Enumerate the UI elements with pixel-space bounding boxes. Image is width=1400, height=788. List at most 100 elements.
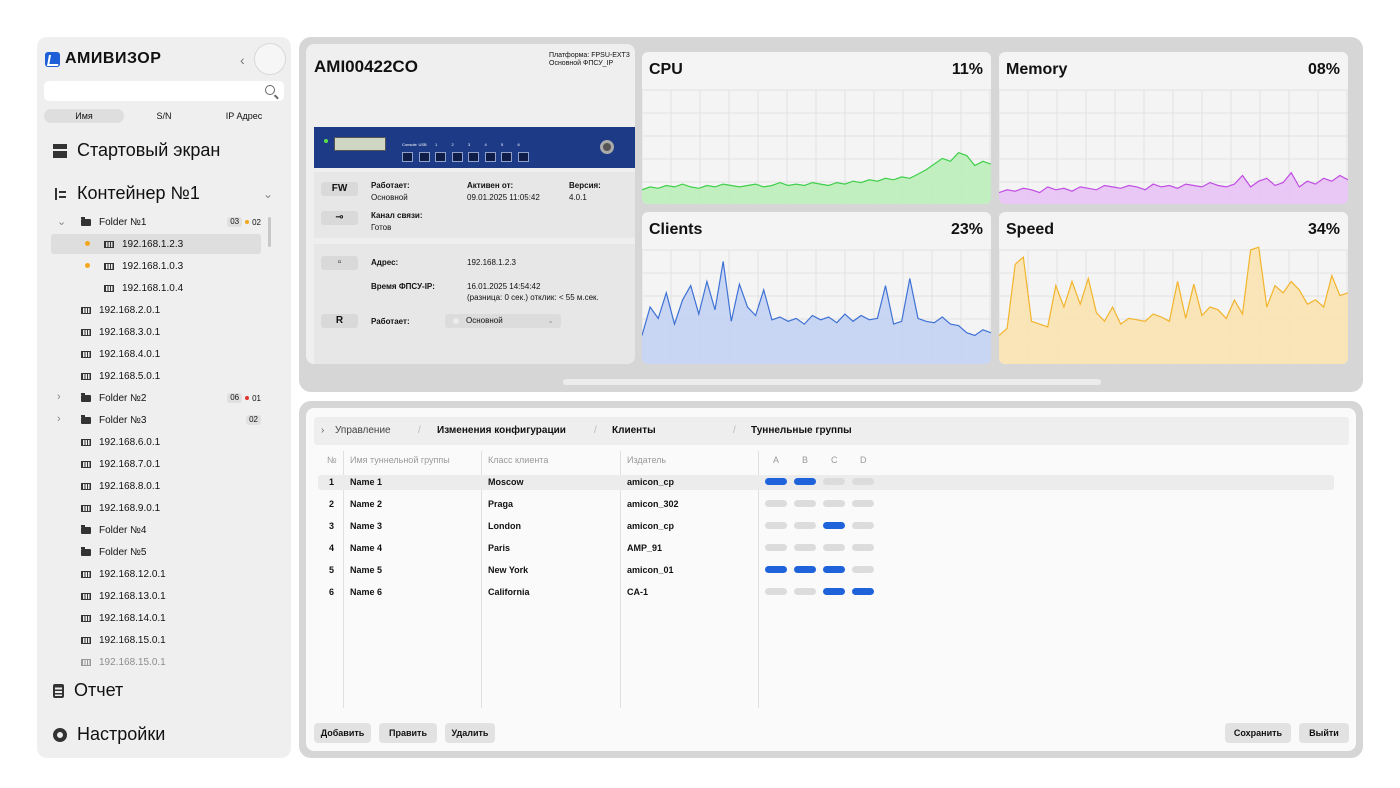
permission-toggle[interactable] <box>765 544 787 551</box>
tree-device[interactable]: 192.168.15.0.1 <box>51 630 261 650</box>
filter-tab-sn[interactable]: S/N <box>124 109 204 123</box>
tree-device[interactable]: 192.168.14.0.1 <box>51 608 261 628</box>
chevron-down-icon[interactable]: ⌄ <box>263 187 273 201</box>
table-row[interactable]: 1 Name 1 Moscow amicon_cp <box>318 475 1334 490</box>
permission-toggle[interactable] <box>765 522 787 529</box>
tree-folder[interactable]: Folder №5 <box>51 542 261 562</box>
permission-toggle[interactable] <box>794 478 816 485</box>
tree-device[interactable]: 192.168.8.0.1 <box>51 476 261 496</box>
tree-device[interactable]: 192.168.9.0.1 <box>51 498 261 518</box>
chevron-right-icon[interactable]: › <box>57 413 61 425</box>
permission-toggle[interactable] <box>794 522 816 529</box>
tree-device[interactable]: 192.168.4.0.1 <box>51 344 261 364</box>
permission-toggle[interactable] <box>823 522 845 529</box>
col-header-b: B <box>802 455 809 465</box>
tree-scrollbar[interactable] <box>268 217 271 247</box>
nav-home[interactable]: Стартовый экран <box>53 140 220 161</box>
permission-toggle[interactable] <box>765 478 787 485</box>
table-row[interactable]: 5 Name 5 New York amicon_01 <box>318 563 1334 578</box>
tree-device[interactable]: 192.168.5.0.1 <box>51 366 261 386</box>
permission-toggle[interactable] <box>794 544 816 551</box>
brand-logo[interactable]: АМИВИЗОР <box>45 50 161 68</box>
tree-device[interactable]: 192.168.1.0.3 <box>51 256 261 276</box>
permission-toggle[interactable] <box>765 588 787 595</box>
add-button[interactable]: Добавить <box>314 723 371 743</box>
tab-tunnel-groups[interactable]: Туннельные группы <box>751 425 852 436</box>
mode-select[interactable]: Основной ⌄ <box>445 314 561 328</box>
collapse-sidebar-icon[interactable]: ‹ <box>240 52 245 68</box>
tree-device[interactable]: 192.168.1.2.3 <box>51 234 261 254</box>
overview-scrollbar[interactable] <box>563 379 1101 385</box>
filter-tab-ip[interactable]: IP Адрес <box>204 109 284 123</box>
permission-toggle[interactable] <box>823 588 845 595</box>
permission-toggle[interactable] <box>852 566 874 573</box>
permission-toggle[interactable] <box>794 500 816 507</box>
permission-toggle[interactable] <box>852 478 874 485</box>
device-icon <box>104 240 114 248</box>
table-row[interactable]: 3 Name 3 London amicon_cp <box>318 519 1334 534</box>
nav-report[interactable]: Отчет <box>53 680 123 701</box>
table-row[interactable]: 4 Name 4 Paris AMP_91 <box>318 541 1334 556</box>
sidebar: АМИВИЗОР ‹ Имя S/N IP Адрес Стартовый эк… <box>37 37 291 758</box>
tree-folder[interactable]: › Folder №3 02 <box>51 410 261 430</box>
status-led-icon <box>600 140 614 154</box>
tree-device[interactable]: 192.168.6.0.1 <box>51 432 261 452</box>
permission-toggle[interactable] <box>765 566 787 573</box>
tree-folder[interactable]: ⌄ Folder №1 03 02 <box>51 212 261 232</box>
time-value: 16.01.2025 14:54:42 <box>467 282 541 291</box>
permission-toggle[interactable] <box>823 500 845 507</box>
tree-folder[interactable]: Folder №4 <box>51 520 261 540</box>
tree-item-label: 192.168.13.0.1 <box>99 590 166 602</box>
permission-toggle[interactable] <box>794 566 816 573</box>
permission-toggle[interactable] <box>765 500 787 507</box>
count-badge: 06 <box>227 393 243 403</box>
permission-toggle[interactable] <box>823 566 845 573</box>
permission-toggle[interactable] <box>852 522 874 529</box>
tree-item-label: 192.168.1.0.3 <box>122 260 184 272</box>
table-cell-name: Name 1 <box>350 477 383 487</box>
save-button[interactable]: Сохранить <box>1225 723 1291 743</box>
chevron-right-icon[interactable]: › <box>57 391 61 403</box>
table-cell-cls: Praga <box>488 499 514 509</box>
port-label: USB <box>418 142 427 147</box>
table-cell-cls: Moscow <box>488 477 524 487</box>
filter-tab-name[interactable]: Имя <box>44 109 124 123</box>
tree-device[interactable]: 192.168.7.0.1 <box>51 454 261 474</box>
network-port <box>418 152 430 162</box>
permission-toggle[interactable] <box>852 588 874 595</box>
user-avatar-button[interactable] <box>254 43 286 75</box>
device-icon <box>81 460 91 468</box>
chevron-down-icon[interactable]: ⌄ <box>57 215 66 228</box>
count-badge: 02 <box>246 415 261 425</box>
edit-button[interactable]: Править <box>379 723 437 743</box>
tree-folder[interactable]: › Folder №2 06 01 <box>51 388 261 408</box>
tree-device[interactable]: 192.168.2.0.1 <box>51 300 261 320</box>
delete-button[interactable]: Удалить <box>445 723 495 743</box>
tree-device[interactable]: 192.168.3.0.1 <box>51 322 261 342</box>
nav-settings[interactable]: Настройки <box>53 724 165 745</box>
search-input[interactable] <box>44 81 254 102</box>
device-icon <box>81 658 91 666</box>
tree-device[interactable]: 192.168.15.0.1 <box>51 652 261 672</box>
clients-card: Clients 23% <box>642 212 991 364</box>
permission-toggle[interactable] <box>823 478 845 485</box>
search-icon[interactable] <box>265 85 275 95</box>
permission-toggle[interactable] <box>852 544 874 551</box>
tab-config-changes[interactable]: Изменения конфигурации <box>437 425 566 436</box>
exit-button[interactable]: Выйти <box>1299 723 1349 743</box>
permission-toggle[interactable] <box>823 544 845 551</box>
tree-device[interactable]: 192.168.12.0.1 <box>51 564 261 584</box>
permission-toggle[interactable] <box>794 588 816 595</box>
tree-item-label: 192.168.9.0.1 <box>99 502 161 514</box>
permission-toggle[interactable] <box>852 500 874 507</box>
tab-separator: / <box>418 425 421 436</box>
table-row[interactable]: 2 Name 2 Praga amicon_302 <box>318 497 1334 512</box>
device-icon <box>104 284 114 292</box>
tree-device[interactable]: 192.168.13.0.1 <box>51 586 261 606</box>
tree-device[interactable]: 192.168.1.0.4 <box>51 278 261 298</box>
nav-container[interactable]: Контейнер №1 <box>53 183 200 204</box>
tab-management[interactable]: Управление <box>335 425 391 436</box>
tab-clients[interactable]: Клиенты <box>612 425 656 436</box>
table-row[interactable]: 6 Name 6 California CA-1 <box>318 585 1334 600</box>
chevron-right-icon[interactable]: › <box>321 425 324 436</box>
